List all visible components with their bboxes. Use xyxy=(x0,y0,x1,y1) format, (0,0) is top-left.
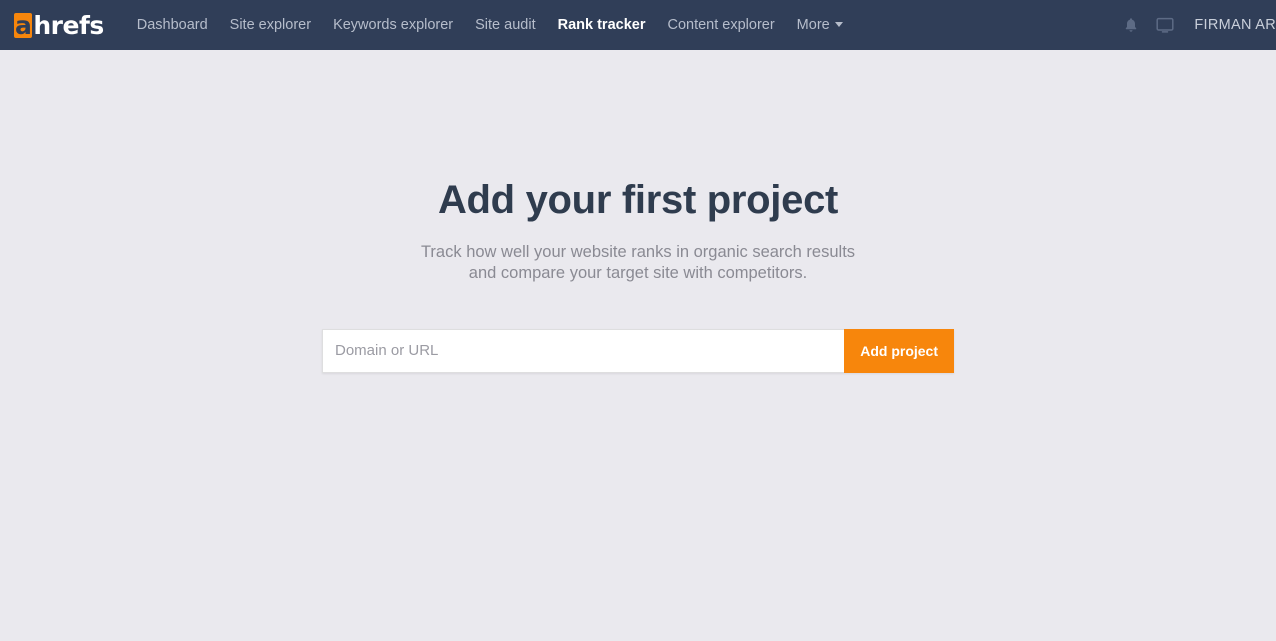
add-project-button[interactable]: Add project xyxy=(844,328,954,373)
nav-item-site-audit[interactable]: Site audit xyxy=(464,0,546,50)
nav-item-site-explorer[interactable]: Site explorer xyxy=(219,0,322,50)
account-name[interactable]: FIRMAN AR xyxy=(1182,17,1276,33)
top-navigation-bar: a hrefs Dashboard Site explorer Keywords … xyxy=(0,0,1276,50)
monitor-icon[interactable] xyxy=(1148,0,1182,50)
main-navigation: Dashboard Site explorer Keywords explore… xyxy=(126,0,854,50)
main-content: Add your first project Track how well yo… xyxy=(0,50,1276,641)
logo-text: hrefs xyxy=(33,10,104,40)
top-bar-right-controls: FIRMAN AR xyxy=(1114,0,1276,50)
ahrefs-logo[interactable]: a hrefs xyxy=(14,10,104,40)
nav-item-keywords-explorer[interactable]: Keywords explorer xyxy=(322,0,464,50)
nav-item-content-explorer[interactable]: Content explorer xyxy=(656,0,785,50)
add-project-form: Add project xyxy=(322,328,954,373)
nav-item-rank-tracker[interactable]: Rank tracker xyxy=(547,0,657,50)
nav-item-more-label: More xyxy=(796,17,830,33)
page-title: Add your first project xyxy=(437,178,839,222)
bell-icon[interactable] xyxy=(1114,0,1148,50)
chevron-down-icon xyxy=(834,21,843,27)
domain-or-url-input[interactable] xyxy=(322,328,845,373)
nav-item-more[interactable]: More xyxy=(786,0,854,50)
logo-accent-letter: a xyxy=(14,10,33,40)
page-subtitle: Track how well your website ranks in org… xyxy=(420,243,856,283)
nav-item-dashboard[interactable]: Dashboard xyxy=(126,0,219,50)
